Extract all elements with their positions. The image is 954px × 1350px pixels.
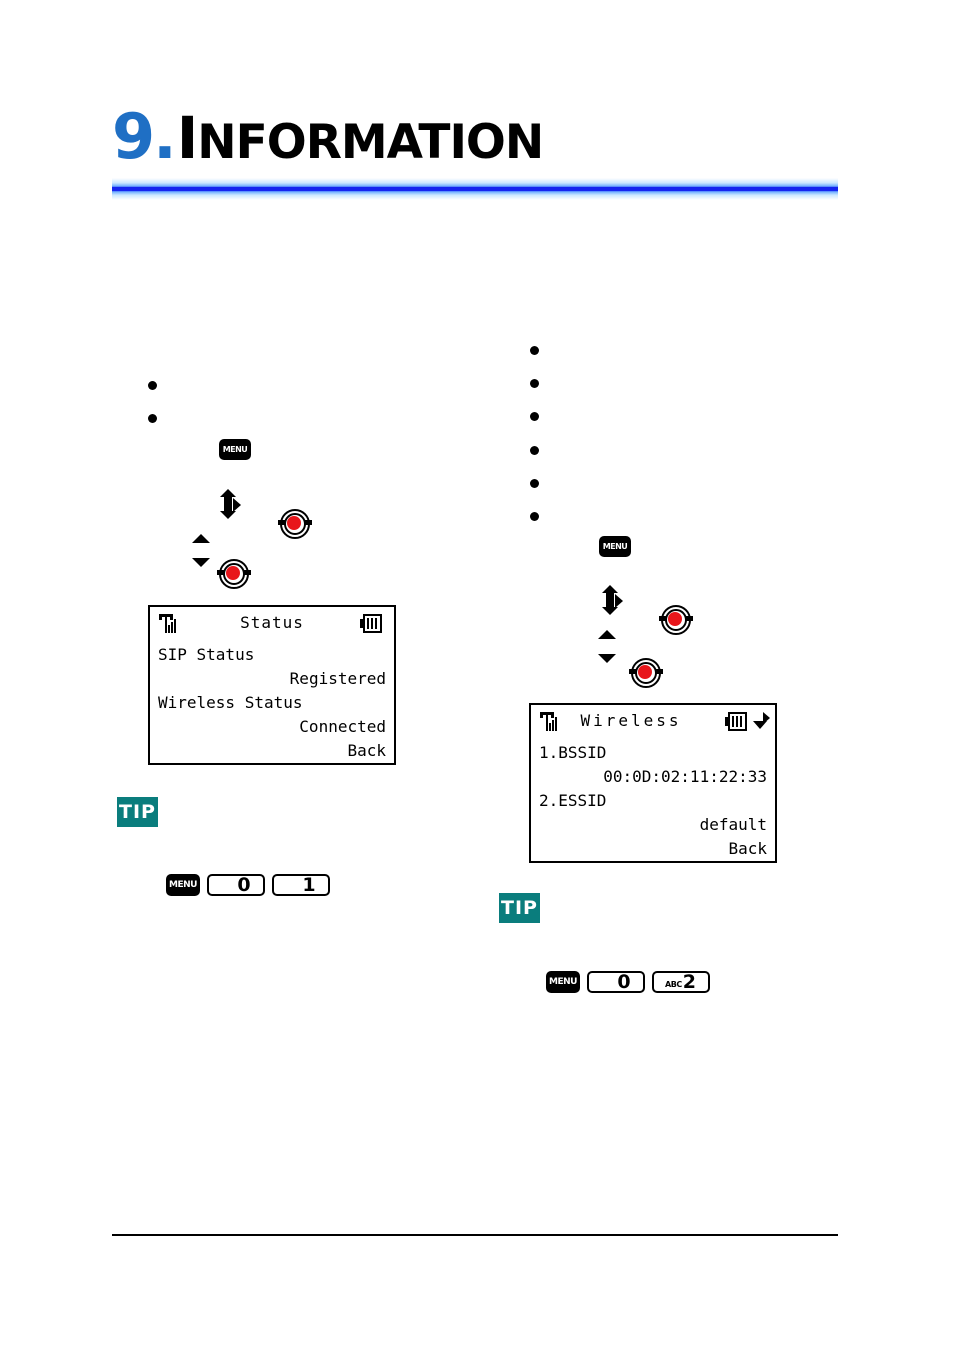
ok-button-icon[interactable] [278,509,312,539]
ok-button-icon[interactable] [659,605,693,635]
arrow-up-icon [602,585,618,593]
arrow-down-icon [602,607,618,615]
key-2-abc[interactable]: ABC 2 [652,971,710,993]
lcd-back-option[interactable]: Back [728,839,767,858]
document-page: 9.INFORMATION MENU Status SIP Status Reg… [0,0,954,1350]
menu-key-icon[interactable]: MENU [546,971,580,993]
nav-stem [224,497,232,511]
arrow-down-icon [598,654,616,663]
lcd-row-value: default [699,815,767,834]
lcd-row-value: 00:0D:02:11:22:33 [603,767,767,786]
battery-icon [725,712,749,732]
key-1[interactable]: 1 [272,874,330,896]
lcd-title: Wireless [580,711,682,730]
arrow-up-icon [220,489,236,497]
list-item [530,412,539,421]
lcd-title: Status [240,613,304,632]
page-title: 9.INFORMATION [112,100,545,173]
list-item [530,479,539,488]
menu-key-icon[interactable]: MENU [166,874,200,896]
chapter-title-initial: I [176,104,199,172]
scroll-arrows-icon[interactable] [192,534,212,568]
lcd-back-option[interactable]: Back [347,741,386,760]
tip-badge: TIP [499,893,540,923]
key-0[interactable]: 0 [207,874,265,896]
arrow-right-icon [233,498,241,512]
chapter-separator: . [153,100,177,173]
lcd-row-label: Wireless Status [158,693,303,712]
key-sequence: MENU 0 ABC 2 [546,971,717,993]
header-divider [112,178,838,200]
footer-divider [112,1234,838,1236]
list-item [530,446,539,455]
nav-stem [606,593,614,607]
list-item [530,379,539,388]
lcd-row-label: SIP Status [158,645,255,664]
menu-key-icon[interactable]: MENU [220,440,250,459]
menu-key-icon[interactable]: MENU [600,537,630,556]
lcd-row-label: 2.ESSID [539,791,607,810]
list-item [148,381,157,390]
tip-badge: TIP [117,797,158,827]
chapter-title-rest: NFORMATION [197,115,544,170]
lcd-row-label: 1.BSSID [539,743,607,762]
scroll-arrows-icon[interactable] [598,630,618,664]
lcd-screen-wireless: Wireless 1.BSSID 00:0D:02:11:22:33 2.ESS… [529,703,777,863]
ok-button-icon[interactable] [629,658,663,688]
scroll-indicator-icon [753,712,771,734]
battery-icon [360,614,384,634]
arrow-down-icon [220,511,236,519]
list-item [530,512,539,521]
key-sequence: MENU 0 1 [166,874,337,896]
ok-button-icon[interactable] [217,559,251,589]
navigation-arrows-icon[interactable] [218,489,246,521]
arrow-up-icon [598,630,616,639]
list-item [148,414,157,423]
chapter-title: INFORMATION [177,104,545,172]
key-0[interactable]: 0 [587,971,645,993]
navigation-arrows-icon[interactable] [600,585,628,617]
lcd-screen-status: Status SIP Status Registered Wireless St… [148,605,396,765]
arrow-up-icon [192,534,210,543]
arrow-right-icon [615,594,623,608]
arrow-down-icon [192,558,210,567]
chapter-number: 9 [112,100,155,173]
list-item [530,346,539,355]
lcd-row-value: Registered [289,669,386,688]
lcd-row-value: Connected [299,717,386,736]
